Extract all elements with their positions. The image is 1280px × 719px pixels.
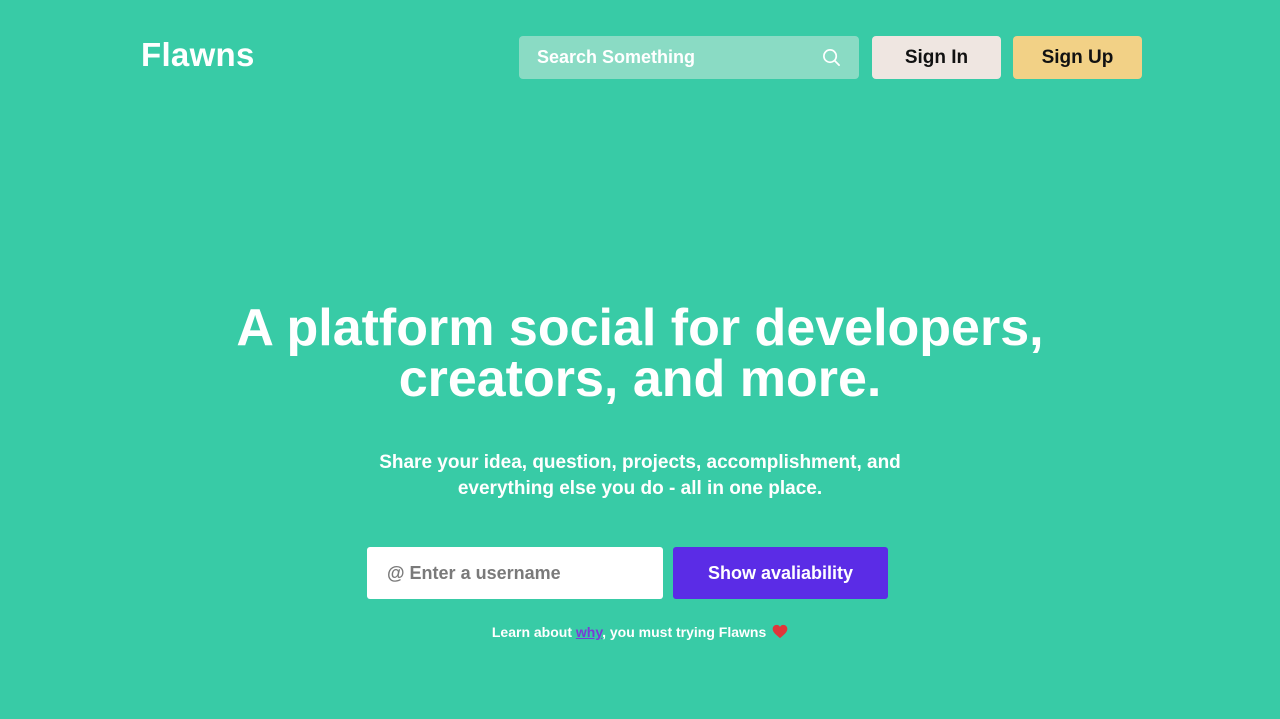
sign-in-button[interactable]: Sign In (872, 36, 1001, 79)
learn-prefix: Learn about (491, 624, 576, 640)
search-input[interactable] (537, 47, 821, 68)
hero-title-line: A platform social for developers, (236, 299, 1044, 357)
heart-icon (772, 624, 788, 643)
learn-suffix: , you must trying Flawns (602, 624, 767, 640)
logo[interactable]: Flawns (141, 35, 255, 75)
hero-title: A platform social for developers, creato… (0, 299, 1280, 408)
search-icon[interactable] (821, 48, 841, 68)
why-link[interactable]: why (576, 624, 602, 640)
sign-up-button[interactable]: Sign Up (1013, 36, 1142, 79)
landing-page: Flawns Sign In Sign Up A platform social… (0, 0, 1280, 719)
username-input[interactable] (367, 547, 663, 599)
hero-title-line: creators, and more. (398, 350, 882, 408)
hero-subtitle-line: everything else you do - all in one plac… (457, 478, 823, 499)
hero-subtitle-line: Share your idea, question, projects, acc… (379, 452, 901, 473)
learn-more-text: Learn about why, you must trying Flawns (0, 623, 1280, 643)
hero-subtitle: Share your idea, question, projects, acc… (0, 450, 1280, 502)
search-bar[interactable] (519, 36, 859, 79)
show-availability-button[interactable]: Show avaliability (673, 547, 888, 599)
